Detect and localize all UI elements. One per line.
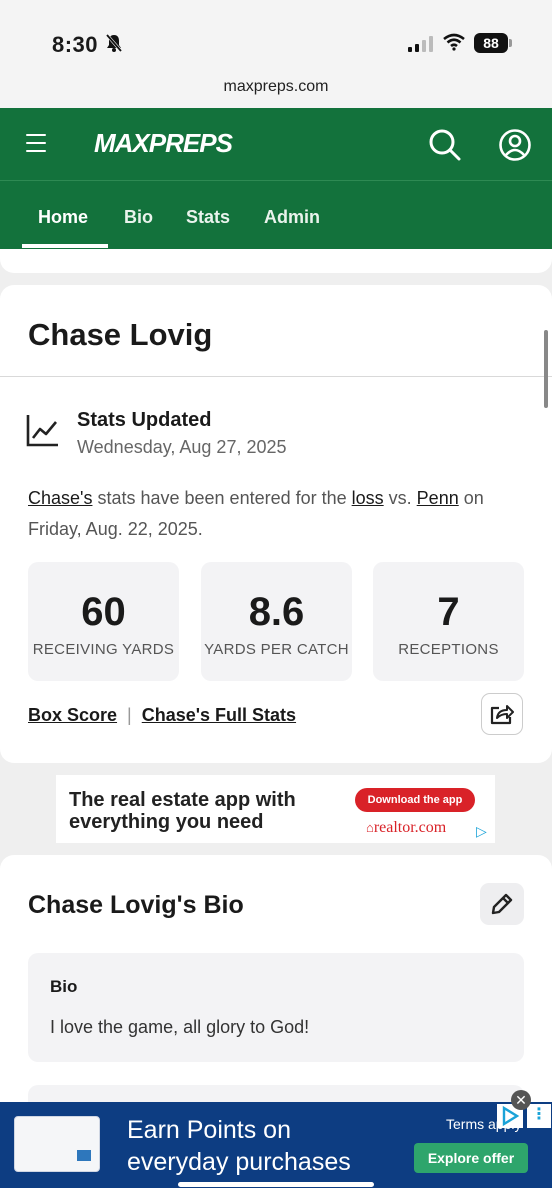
- box-score-link[interactable]: Box Score: [28, 705, 117, 725]
- game-result-link[interactable]: loss: [352, 488, 384, 508]
- tab-stats[interactable]: Stats: [186, 207, 230, 228]
- tab-home[interactable]: Home: [38, 207, 88, 228]
- card-offer-ad[interactable]: Earn Points on everyday purchases Terms …: [0, 1102, 552, 1188]
- bio-box: Bio I love the game, all glory to God!: [28, 953, 524, 1062]
- ad-headline: Earn Points on everyday purchases: [127, 1114, 351, 1178]
- menu-icon[interactable]: [26, 134, 46, 158]
- previous-card-bottom: [0, 249, 552, 273]
- player-link[interactable]: Chase's: [28, 488, 92, 508]
- download-app-button[interactable]: Download the app: [355, 788, 475, 812]
- stat-value: 8.6: [248, 590, 305, 634]
- ad-headline-line: everything you need: [69, 811, 264, 833]
- bio-label: Bio: [50, 977, 78, 996]
- ad-headline: The real estate app with everything you …: [69, 789, 296, 833]
- full-stats-link[interactable]: Chase's Full Stats: [142, 705, 296, 725]
- tab-admin[interactable]: Admin: [264, 207, 320, 228]
- credit-card-image: [14, 1116, 100, 1172]
- battery-indicator: 88: [474, 33, 508, 53]
- explore-offer-button[interactable]: Explore offer: [414, 1143, 528, 1173]
- ad-more-icon[interactable]: ⋮: [527, 1104, 551, 1128]
- url-bar[interactable]: maxpreps.com: [0, 78, 552, 96]
- profile-tabs: Home Bio Stats Admin: [0, 180, 552, 249]
- stat-value: 7: [437, 590, 460, 634]
- scrollbar[interactable]: [544, 330, 548, 408]
- stat-receptions: 7 RECEPTIONS: [373, 562, 524, 681]
- stat-yards-per-catch: 8.6 YARDS PER CATCH: [201, 562, 352, 681]
- site-header: MAXPREPS: [0, 108, 552, 180]
- home-indicator: [178, 1182, 374, 1187]
- battery-tip: [509, 39, 512, 47]
- ad-headline-line: The real estate app with: [69, 789, 296, 811]
- ad-headline-line: Earn Points on: [127, 1116, 291, 1144]
- bio-text: I love the game, all glory to God!: [50, 1017, 310, 1037]
- stats-updated-text: Chase's stats have been entered for the …: [28, 483, 528, 545]
- share-icon: [490, 705, 514, 725]
- edit-bio-button[interactable]: [480, 883, 524, 925]
- house-icon: ⌂: [366, 820, 374, 835]
- text-fragment: stats have been entered for the: [92, 488, 352, 508]
- wifi-icon: [443, 33, 465, 51]
- stats-links: Box Score | Chase's Full Stats: [28, 705, 296, 726]
- ad-headline-line: everyday purchases: [127, 1148, 351, 1176]
- status-bar: 8:30 88 maxpreps.com: [0, 0, 552, 108]
- realtor-logo: ⌂realtor.com: [366, 819, 446, 837]
- text-fragment: vs.: [383, 488, 417, 508]
- stats-updated-date: Wednesday, Aug 27, 2025: [77, 437, 287, 457]
- stat-label: RECEIVING YARDS: [32, 641, 175, 658]
- realtor-ad-banner[interactable]: The real estate app with everything you …: [56, 775, 495, 843]
- bell-muted-icon: [105, 34, 123, 52]
- card-logo: [77, 1150, 91, 1161]
- search-icon[interactable]: [428, 128, 462, 162]
- logo-text: MAXPREPS: [94, 128, 233, 158]
- stat-label: YARDS PER CATCH: [204, 641, 349, 658]
- realtor-brand: realtor.com: [373, 819, 447, 836]
- cell-signal-icon: [408, 36, 433, 52]
- adchoices-icon[interactable]: ▷: [476, 823, 487, 840]
- opponent-link[interactable]: Penn: [417, 488, 459, 508]
- pencil-icon: [491, 893, 513, 915]
- stats-updated-card: Chase Lovig Stats Updated Wednesday, Aug…: [0, 285, 552, 763]
- clock: 8:30: [52, 32, 99, 57]
- stat-receiving-yards: 60 RECEIVING YARDS: [28, 562, 179, 681]
- line-chart-icon: [26, 415, 58, 447]
- account-icon[interactable]: [498, 128, 532, 162]
- bio-section-title: Chase Lovig's Bio: [28, 891, 244, 919]
- tab-bio[interactable]: Bio: [124, 207, 153, 228]
- close-ad-button[interactable]: ✕: [511, 1090, 531, 1110]
- maxpreps-logo[interactable]: MAXPREPS: [94, 128, 233, 159]
- active-tab-indicator: [22, 244, 108, 248]
- stat-value: 60: [81, 590, 126, 634]
- link-separator: |: [127, 705, 132, 725]
- stats-updated-title: Stats Updated: [77, 409, 212, 431]
- divider: [0, 376, 552, 377]
- stat-label: RECEPTIONS: [398, 641, 499, 658]
- player-name: Chase Lovig: [28, 317, 213, 352]
- share-button[interactable]: [481, 693, 523, 735]
